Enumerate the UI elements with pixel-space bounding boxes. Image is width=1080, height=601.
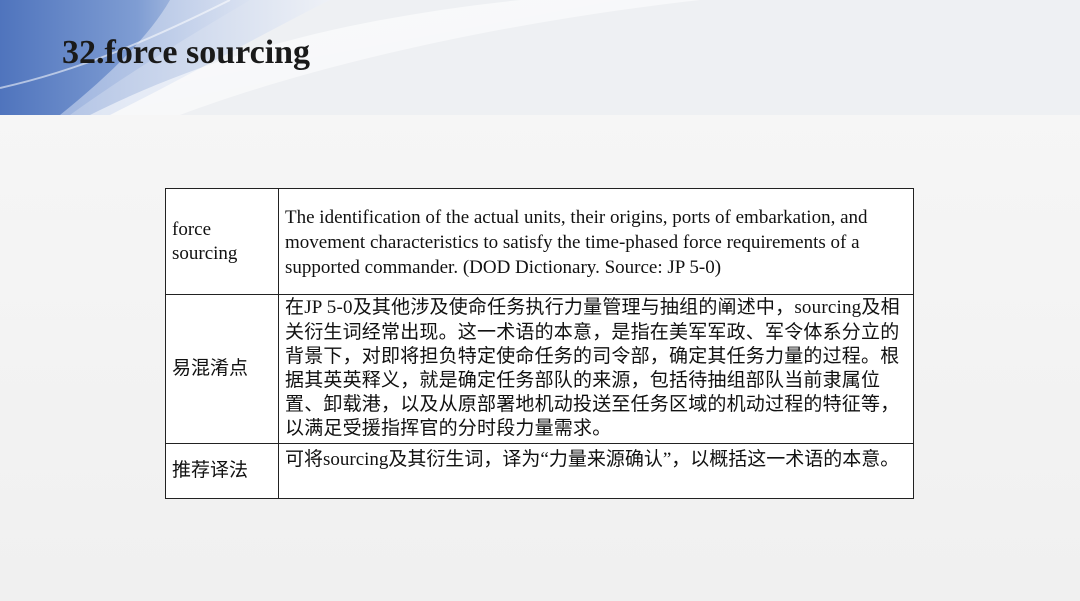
slide-title: 32.force sourcing: [62, 34, 311, 71]
header-banner: 32.force sourcing: [0, 0, 1080, 115]
table-row-recommended-translation: 推荐译法 可将sourcing及其衍生词，译为“力量来源确认”，以概括这一术语的…: [165, 443, 914, 499]
table-row-confusion-point: 易混淆点 在JP 5-0及其他涉及使命任务执行力量管理与抽组的阐述中，sourc…: [165, 294, 914, 444]
slide: 32.force sourcing force sourcing The ide…: [0, 0, 1080, 601]
term-table: force sourcing The identification of the…: [165, 188, 914, 499]
confusion-point-label: 易混淆点: [165, 294, 279, 444]
recommended-translation-label: 推荐译法: [165, 443, 279, 499]
confusion-point-text: 在JP 5-0及其他涉及使命任务执行力量管理与抽组的阐述中，sourcing及相…: [278, 294, 914, 444]
definition-text: The identification of the actual units, …: [278, 188, 914, 295]
term-label: force sourcing: [165, 188, 279, 295]
table-row-definition: force sourcing The identification of the…: [165, 188, 914, 295]
recommended-translation-text: 可将sourcing及其衍生词，译为“力量来源确认”，以概括这一术语的本意。: [278, 443, 914, 499]
